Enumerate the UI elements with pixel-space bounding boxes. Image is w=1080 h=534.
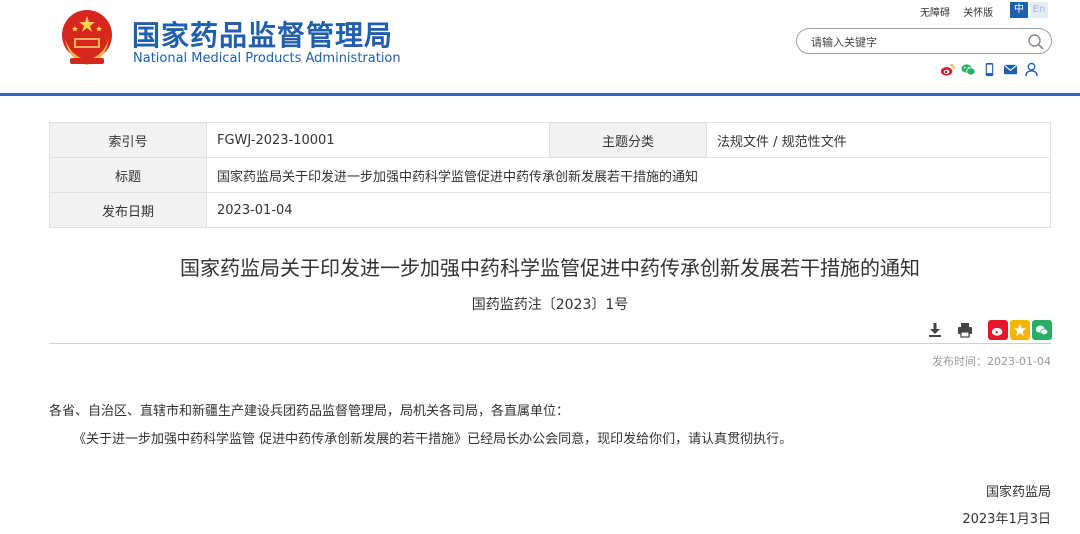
search-input[interactable] xyxy=(811,33,1011,51)
share-wechat-button[interactable] xyxy=(1032,320,1052,340)
qzone-star-icon xyxy=(1013,323,1027,337)
language-switch: 中 En xyxy=(1010,2,1048,18)
table-row: 发布日期 2023-01-04 xyxy=(49,192,1051,228)
header-divider xyxy=(0,93,1080,96)
category-value: 法规文件 / 规范性文件 xyxy=(706,122,1051,158)
print-icon[interactable] xyxy=(956,321,974,339)
share-qzone-button[interactable] xyxy=(1010,320,1030,340)
body-paragraph: 《关于进一步加强中药科学监管 促进中药传承创新发展的若干措施》已经局长办公会同意… xyxy=(73,432,793,447)
mobile-icon[interactable] xyxy=(982,62,997,77)
title-value: 国家药监局关于印发进一步加强中药科学监管促进中药传承创新发展若干措施的通知 xyxy=(206,157,1051,193)
date-value: 2023-01-04 xyxy=(206,192,1051,228)
email-icon[interactable] xyxy=(1003,62,1018,77)
category-label: 主题分类 xyxy=(549,122,707,158)
site-header: 国家药品监督管理局 National Medical Products Admi… xyxy=(0,0,1080,96)
salutation-text: 各省、自治区、直辖市和新疆生产建设兵团药品监督管理局，局机关各司局，各直属单位： xyxy=(49,404,570,419)
page-title: 国家药监局关于印发进一步加强中药科学监管促进中药传承创新发展若干措施的通知 xyxy=(180,256,920,280)
document-number: 国药监药注〔2023〕1号 xyxy=(471,297,629,313)
table-row: 索引号 FGWJ-2023-10001 主题分类 法规文件 / 规范性文件 xyxy=(49,122,1051,158)
download-icon[interactable] xyxy=(926,321,944,339)
top-links: 无障碍 关怀版 xyxy=(920,4,1003,19)
index-value: FGWJ-2023-10001 xyxy=(206,122,550,158)
search-icon[interactable] xyxy=(1027,33,1045,51)
wechat-icon xyxy=(1035,325,1049,335)
document-meta-table: 索引号 FGWJ-2023-10001 主题分类 法规文件 / 规范性文件 标题… xyxy=(49,122,1051,228)
search-box xyxy=(796,28,1052,54)
lang-en-button[interactable]: En xyxy=(1030,2,1048,18)
article-toolbar xyxy=(926,320,1052,340)
site-title[interactable]: 国家药品监督管理局 xyxy=(132,14,393,54)
weibo-icon[interactable] xyxy=(940,62,955,77)
lang-cn-button[interactable]: 中 xyxy=(1010,2,1028,18)
site-subtitle: National Medical Products Administration xyxy=(133,51,401,66)
national-emblem-icon[interactable] xyxy=(60,8,114,68)
header-share-row xyxy=(940,62,1039,77)
share-weibo-button[interactable] xyxy=(988,320,1008,340)
signature-org: 国家药监局 xyxy=(985,485,1051,500)
publish-time: 发布时间：2023-01-04 xyxy=(932,355,1051,368)
accessibility-link[interactable]: 无障碍 xyxy=(920,8,950,19)
title-label: 标题 xyxy=(49,157,207,193)
date-label: 发布日期 xyxy=(49,192,207,228)
index-label: 索引号 xyxy=(49,122,207,158)
user-icon[interactable] xyxy=(1024,62,1039,77)
content-divider xyxy=(49,343,1051,344)
table-row: 标题 国家药监局关于印发进一步加强中药科学监管促进中药传承创新发展若干措施的通知 xyxy=(49,157,1051,193)
wechat-icon[interactable] xyxy=(961,62,976,77)
care-mode-link[interactable]: 关怀版 xyxy=(963,8,993,19)
signature-date: 2023年1月3日 xyxy=(962,512,1051,527)
weibo-icon xyxy=(991,327,1003,336)
